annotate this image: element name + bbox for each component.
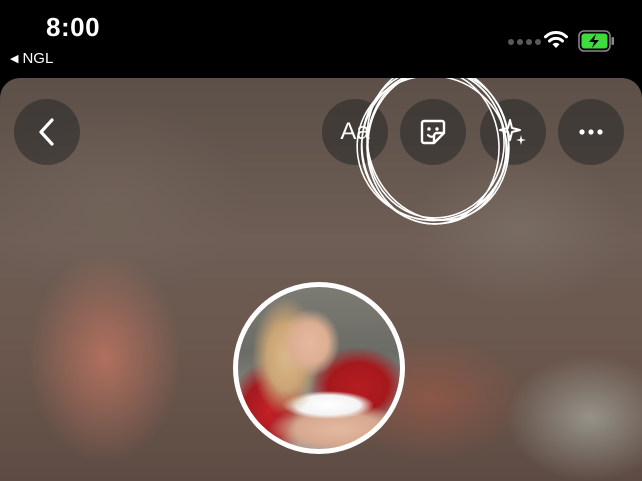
story-photo-thumbnail[interactable] xyxy=(233,282,405,454)
cellular-signal-icon xyxy=(508,39,541,45)
status-time: 8:00 xyxy=(46,12,101,42)
sticker-button[interactable] xyxy=(400,99,466,165)
more-icon xyxy=(579,129,603,135)
battery-charging-icon xyxy=(578,30,614,52)
sparkles-icon xyxy=(499,119,526,145)
back-to-app-link[interactable]: ◀ NGL xyxy=(10,50,53,67)
sticker-icon xyxy=(420,119,446,145)
status-bar: 8:00 ◀ NGL xyxy=(0,0,642,78)
text-tool-label: Aa xyxy=(340,118,370,145)
more-button[interactable] xyxy=(558,99,624,165)
wifi-icon xyxy=(544,31,568,48)
chevron-left-icon xyxy=(39,118,54,146)
text-tool-button[interactable]: Aa xyxy=(322,99,388,165)
effects-button[interactable] xyxy=(480,99,546,165)
back-button[interactable] xyxy=(14,99,80,165)
story-canvas[interactable]: Aa xyxy=(0,78,642,481)
back-app-label: NGL xyxy=(22,50,54,67)
back-triangle-icon: ◀ xyxy=(10,53,19,65)
